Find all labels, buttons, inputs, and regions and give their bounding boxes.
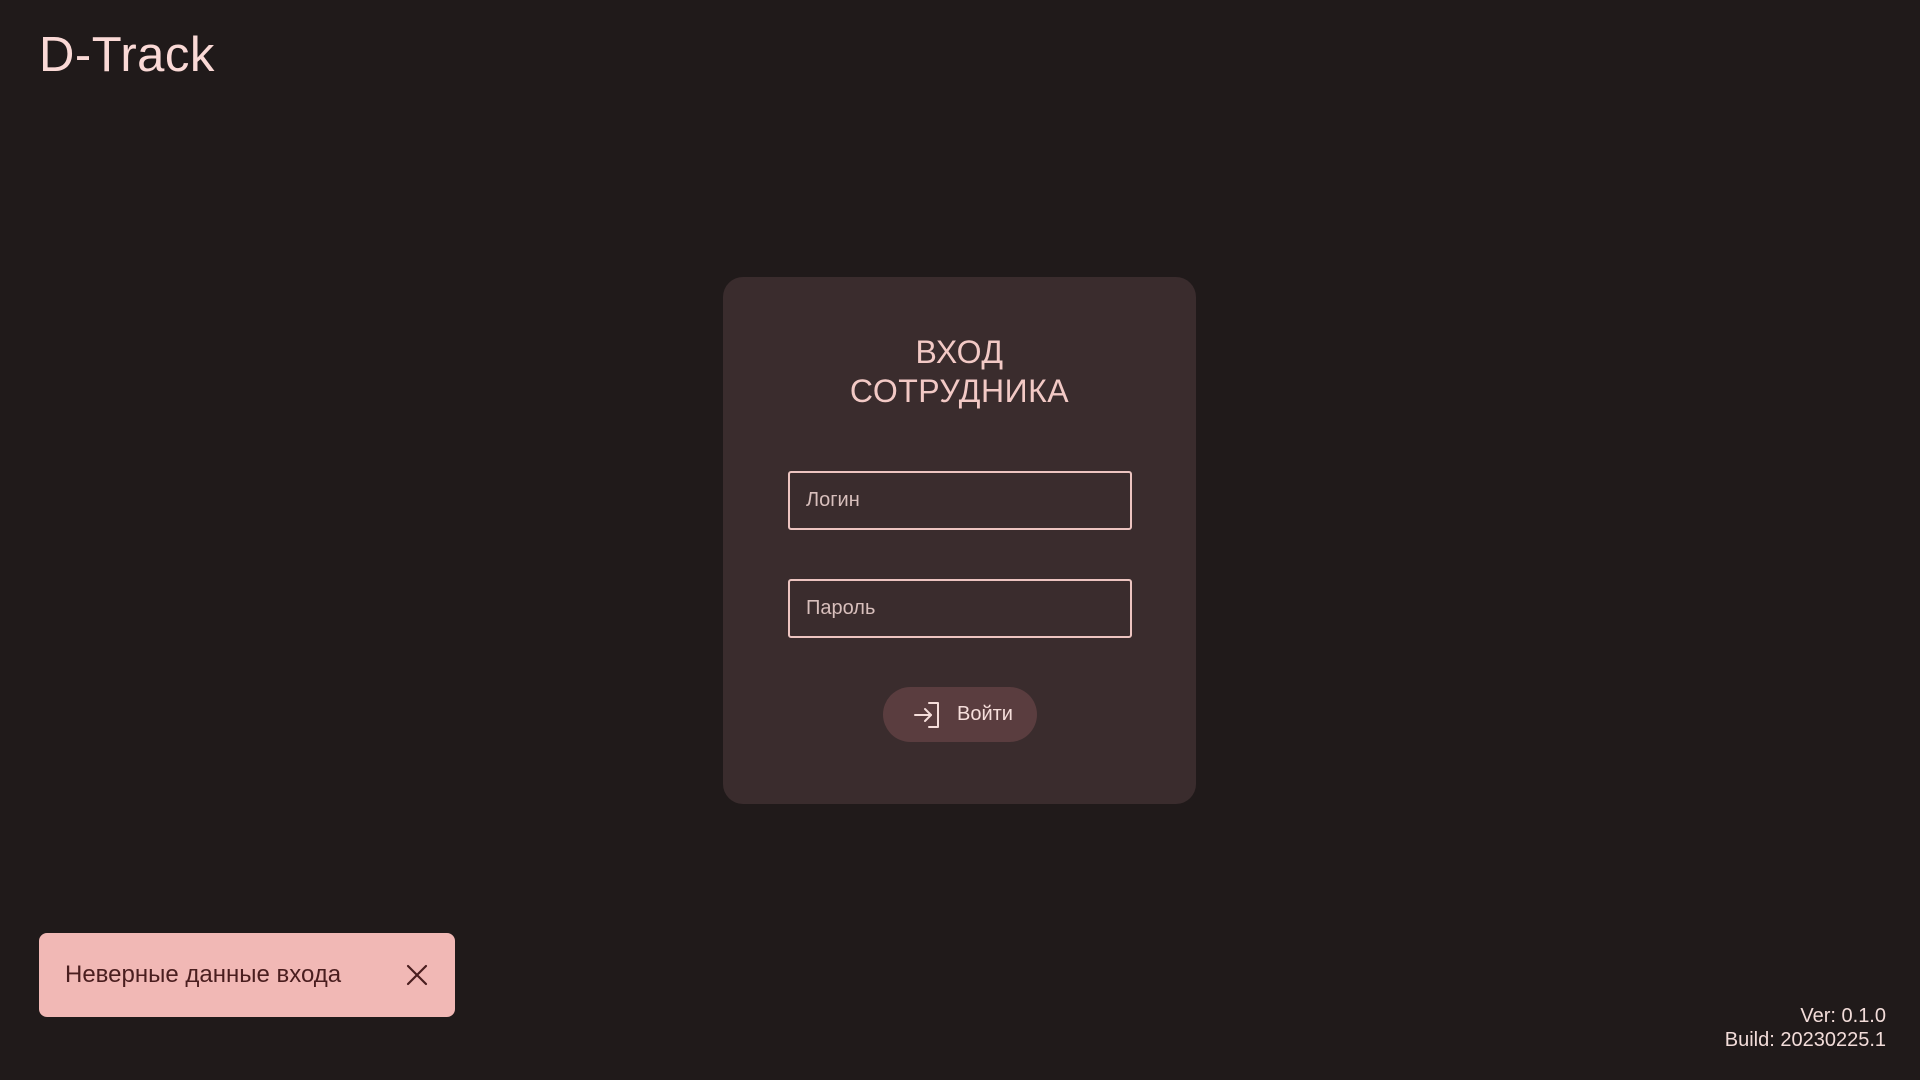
login-card-title-line2: СОТРУДНИКА bbox=[849, 373, 1070, 409]
error-snackbar: Неверные данные входа bbox=[39, 933, 455, 1017]
build-label: Build: 20230225.1 bbox=[1724, 1029, 1886, 1051]
login-button[interactable]: Войти bbox=[883, 687, 1037, 742]
close-icon[interactable] bbox=[401, 959, 433, 991]
version-info: Ver: 0.1.0 Build: 20230225.1 bbox=[1725, 1004, 1886, 1052]
login-card-title: ВХОД СОТРУДНИКА bbox=[723, 333, 1196, 411]
version-label: Ver: 0.1.0 bbox=[1800, 1005, 1886, 1027]
login-icon bbox=[911, 699, 943, 731]
login-card: ВХОД СОТРУДНИКА Войти bbox=[723, 277, 1196, 804]
snackbar-message: Неверные данные входа bbox=[65, 961, 342, 988]
password-input[interactable] bbox=[788, 579, 1132, 638]
login-button-label: Войти bbox=[957, 703, 1013, 725]
app-title: D-Track bbox=[39, 28, 215, 82]
login-input[interactable] bbox=[788, 471, 1132, 530]
login-card-title-line1: ВХОД bbox=[915, 334, 1004, 370]
